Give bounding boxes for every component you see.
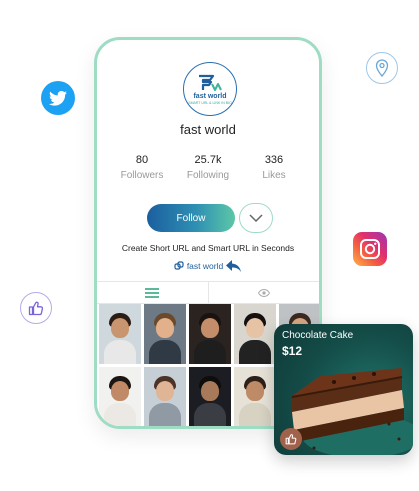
profile-photo[interactable]	[144, 367, 186, 426]
thumbs-up-icon	[285, 434, 297, 445]
person-face	[246, 381, 264, 401]
thumbs-up-icon[interactable]	[20, 292, 52, 324]
reply-arrow-icon	[226, 260, 242, 272]
stat-value: 336	[264, 154, 284, 166]
person-body	[149, 340, 181, 364]
person-face	[246, 318, 264, 338]
profile-photo[interactable]	[189, 367, 231, 426]
profile-photo[interactable]	[99, 367, 141, 426]
stat-likes[interactable]: 336 Likes	[244, 154, 304, 181]
eye-icon	[257, 288, 270, 297]
profile-tabs	[97, 281, 319, 304]
profile-photo[interactable]	[99, 304, 141, 364]
person-body	[194, 340, 226, 364]
person-body	[239, 340, 271, 364]
person-body	[104, 340, 136, 364]
person-face	[156, 318, 174, 338]
profile-photo[interactable]	[234, 367, 276, 426]
tab-list[interactable]	[97, 282, 208, 303]
stat-value: 80	[135, 154, 149, 166]
logo-text: fast world	[193, 92, 227, 100]
person-face	[201, 318, 219, 338]
profile-stats: 80 Followers 25.7k Following 336 Likes	[109, 154, 307, 181]
link-icon	[174, 261, 184, 270]
stat-label: Following	[186, 170, 230, 181]
stat-following[interactable]: 25.7k Following	[178, 154, 238, 181]
tab-views[interactable]	[207, 282, 320, 303]
profile-photo[interactable]	[144, 304, 186, 364]
brand-logo-icon	[199, 74, 222, 91]
stat-followers[interactable]: 80 Followers	[112, 154, 172, 181]
person-body	[104, 403, 136, 426]
instagram-icon[interactable]	[353, 232, 387, 266]
product-card[interactable]: Chocolate Cake $12	[274, 324, 413, 455]
twitter-icon[interactable]	[41, 81, 75, 115]
profile-bio: Create Short URL and Smart URL in Second…	[121, 243, 295, 253]
profile-photo[interactable]	[189, 304, 231, 364]
person-face	[201, 381, 219, 401]
profile-photo[interactable]	[234, 304, 276, 364]
person-face	[111, 318, 129, 338]
profile-link-text: fast world	[186, 261, 224, 271]
follow-button[interactable]: Follow	[147, 204, 235, 232]
product-title: Chocolate Cake	[282, 330, 354, 341]
stat-value: 25.7k	[194, 154, 222, 166]
person-body	[194, 403, 226, 426]
stat-label: Followers	[120, 170, 164, 181]
person-face	[156, 381, 174, 401]
logo-subtext: SMART URL & LINK IN BIO	[188, 100, 232, 105]
person-body	[239, 403, 271, 426]
profile-avatar: fast world SMART URL & LINK IN BIO	[183, 62, 237, 116]
profile-link[interactable]: fast world	[97, 260, 319, 272]
stat-label: Likes	[262, 170, 286, 181]
list-icon	[145, 287, 160, 298]
card-like-button[interactable]	[280, 428, 302, 450]
location-pin-icon[interactable]	[366, 52, 398, 84]
product-price: $12	[282, 344, 303, 358]
person-body	[149, 403, 181, 426]
chevron-down-icon	[249, 214, 263, 222]
person-face	[111, 381, 129, 401]
more-options-button[interactable]	[239, 203, 273, 233]
profile-name: fast world	[180, 122, 236, 137]
